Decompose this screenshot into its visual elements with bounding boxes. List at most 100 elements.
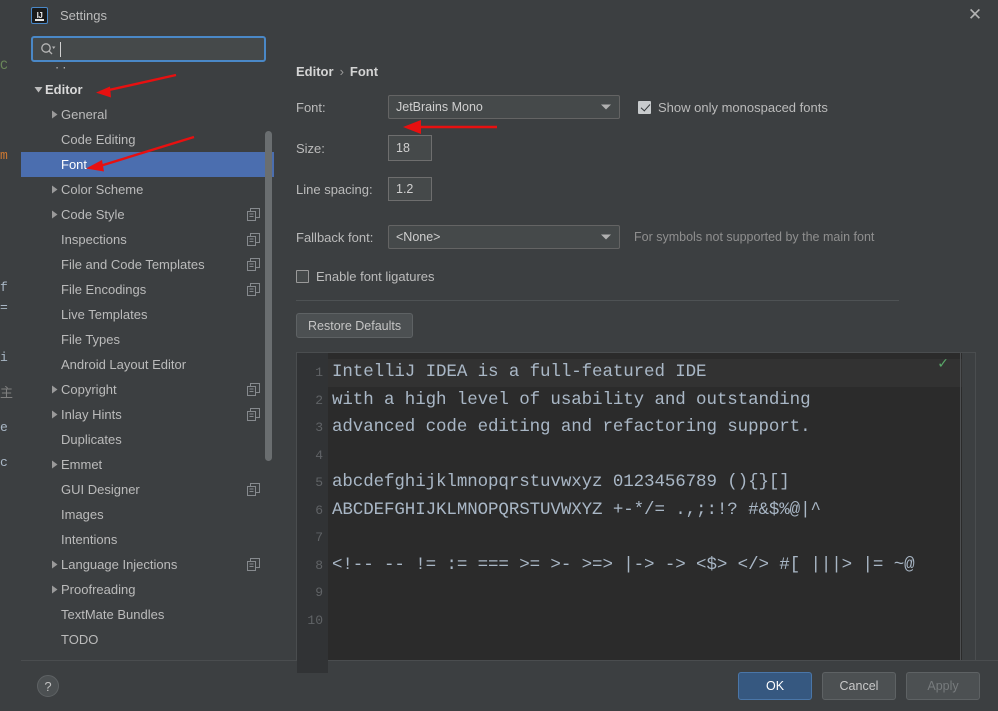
cancel-button[interactable]: Cancel bbox=[822, 672, 896, 700]
footer-button-group: OK Cancel Apply bbox=[738, 672, 980, 700]
sidebar-item-duplicates[interactable]: Duplicates bbox=[21, 427, 274, 452]
search-box[interactable] bbox=[31, 36, 266, 62]
sidebar-item-general[interactable]: General bbox=[21, 102, 274, 127]
settings-tree[interactable]: Appearance & Behavior Editor General Code … bbox=[21, 65, 274, 660]
chevron-right-icon[interactable] bbox=[47, 185, 61, 194]
sidebar-item-label: Code Editing bbox=[61, 132, 136, 147]
copy-settings-icon[interactable] bbox=[247, 483, 260, 496]
font-size-input[interactable]: 18 bbox=[388, 135, 432, 161]
copy-settings-icon[interactable] bbox=[247, 408, 260, 421]
sidebar-scrollbar[interactable] bbox=[265, 131, 272, 461]
sidebar-item-label: Color Scheme bbox=[61, 182, 144, 197]
sidebar-item-label: Emmet bbox=[61, 457, 103, 472]
sidebar-item-label: Font bbox=[61, 157, 88, 172]
font-row: Font: JetBrains Mono Show only monospace… bbox=[296, 95, 976, 119]
chevron-right-icon[interactable] bbox=[47, 460, 61, 469]
sidebar-item-emmet[interactable]: Emmet bbox=[21, 452, 274, 477]
line-spacing-label: Line spacing: bbox=[296, 181, 373, 197]
monospaced-checkbox-label: Show only monospaced fonts bbox=[658, 99, 828, 115]
tree-row-clipped[interactable]: Appearance & Behavior bbox=[21, 67, 274, 77]
chevron-right-icon[interactable] bbox=[47, 385, 61, 394]
breadcrumb-parent[interactable]: Editor bbox=[296, 64, 334, 79]
settings-content-pane: Editor › Font Font: JetBrains Mono Show … bbox=[274, 30, 998, 674]
chevron-right-icon[interactable] bbox=[47, 110, 61, 119]
sidebar-item-gui-designer[interactable]: GUI Designer bbox=[21, 477, 274, 502]
preview-scrollbar[interactable] bbox=[960, 353, 961, 673]
preview-code-line: abcdefghijklmnopqrstuvwxyz 0123456789 ()… bbox=[332, 472, 790, 492]
line-spacing-value: 1.2 bbox=[396, 182, 414, 196]
ligatures-checkbox[interactable]: Enable font ligatures bbox=[296, 269, 435, 284]
chevron-right-icon[interactable] bbox=[47, 410, 61, 419]
close-icon[interactable]: ✕ bbox=[952, 0, 998, 30]
dialog-footer: ? OK Cancel Apply bbox=[21, 660, 998, 711]
sidebar-item-label: File Encodings bbox=[61, 282, 147, 297]
preview-code-line bbox=[328, 442, 975, 470]
sidebar-item-label: Language Injections bbox=[61, 557, 178, 572]
background-code-fragment: = bbox=[0, 300, 8, 315]
sidebar-item-label: Copyright bbox=[61, 382, 117, 397]
sidebar-item-intentions[interactable]: Intentions bbox=[21, 527, 274, 552]
sidebar-item-label: Images bbox=[61, 507, 104, 522]
dialog-titlebar: IJ Settings ✕ bbox=[21, 0, 998, 30]
search-input[interactable] bbox=[65, 42, 258, 56]
copy-settings-icon[interactable] bbox=[247, 208, 260, 221]
chevron-right-icon[interactable] bbox=[47, 560, 61, 569]
line-number: 7 bbox=[315, 530, 323, 545]
chevron-down-icon[interactable] bbox=[31, 85, 45, 94]
sidebar-item-label: Proofreading bbox=[61, 582, 136, 597]
search-icon bbox=[39, 41, 57, 57]
sidebar-item-file-encodings[interactable]: File Encodings bbox=[21, 277, 274, 302]
help-button[interactable]: ? bbox=[37, 675, 59, 697]
sidebar-item-code-style[interactable]: Code Style bbox=[21, 202, 274, 227]
sidebar-item-color-scheme[interactable]: Color Scheme bbox=[21, 177, 274, 202]
background-code-fragment: 主 bbox=[0, 386, 14, 401]
sidebar-item-file-and-code-templates[interactable]: File and Code Templates bbox=[21, 252, 274, 277]
line-number: 10 bbox=[307, 612, 323, 628]
sidebar-item-inlay-hints[interactable]: Inlay Hints bbox=[21, 402, 274, 427]
copy-settings-icon[interactable] bbox=[247, 383, 260, 396]
restore-defaults-button[interactable]: Restore Defaults bbox=[296, 313, 414, 338]
ok-button[interactable]: OK bbox=[738, 672, 812, 700]
intellij-idea-icon: IJ bbox=[31, 6, 48, 24]
sidebar-item-android-layout-editor[interactable]: Android Layout Editor bbox=[21, 352, 274, 377]
background-code-fragment: C bbox=[0, 58, 8, 73]
copy-settings-icon[interactable] bbox=[247, 558, 260, 571]
line-spacing-input[interactable]: 1.2 bbox=[388, 177, 432, 201]
sidebar-item-label: File Types bbox=[61, 332, 121, 347]
search-container bbox=[21, 30, 274, 65]
copy-settings-icon[interactable] bbox=[247, 258, 260, 271]
sidebar-item-file-types[interactable]: File Types bbox=[21, 327, 274, 352]
font-preview-editor[interactable]: 1 2 3 4 5 6 7 8 9 10 IntelliJ IDEA is a full-feat… bbox=[296, 352, 976, 674]
font-family-select[interactable]: JetBrains Mono bbox=[388, 95, 620, 119]
sidebar-item-proofreading[interactable]: Proofreading bbox=[21, 577, 274, 602]
apply-button[interactable]: Apply bbox=[906, 672, 980, 700]
line-number-gutter: 1 2 3 4 5 6 7 8 9 10 bbox=[297, 353, 328, 673]
line-number: 8 bbox=[315, 557, 323, 573]
settings-sidebar: Appearance & Behavior Editor General Code … bbox=[21, 30, 274, 660]
sidebar-item-font[interactable]: Font bbox=[21, 152, 274, 177]
chevron-right-icon[interactable] bbox=[47, 585, 61, 594]
settings-dialog: IJ Settings ✕ Editor General Code Editin… bbox=[21, 0, 998, 711]
dialog-body: Appearance & Behavior Editor General Code … bbox=[21, 30, 998, 674]
sidebar-item-language-injections[interactable]: Language Injections bbox=[21, 552, 274, 577]
sidebar-item-images[interactable]: Images bbox=[21, 502, 274, 527]
sidebar-item-editor[interactable]: Editor bbox=[21, 77, 274, 102]
copy-settings-icon[interactable] bbox=[247, 233, 260, 246]
sidebar-item-code-editing[interactable]: Code Editing bbox=[21, 127, 274, 152]
breadcrumb: Editor › Font bbox=[296, 30, 976, 79]
line-number: 4 bbox=[315, 447, 323, 463]
preview-code-area[interactable]: IntelliJ IDEA is a full-featured IDE with… bbox=[328, 353, 975, 673]
search-caret bbox=[60, 41, 61, 57]
sidebar-item-textmate-bundles[interactable]: TextMate Bundles bbox=[21, 602, 274, 627]
chevron-right-icon[interactable] bbox=[47, 210, 61, 219]
fallback-font-select[interactable]: <None> bbox=[388, 225, 620, 249]
sidebar-item-inspections[interactable]: Inspections bbox=[21, 227, 274, 252]
sidebar-item-label: General bbox=[61, 107, 108, 122]
font-family-value: JetBrains Mono bbox=[396, 100, 483, 114]
monospaced-checkbox[interactable]: Show only monospaced fonts bbox=[638, 100, 828, 115]
line-spacing-row: Line spacing: 1.2 bbox=[296, 177, 976, 201]
sidebar-item-todo[interactable]: TODO bbox=[21, 627, 274, 652]
sidebar-item-live-templates[interactable]: Live Templates bbox=[21, 302, 274, 327]
sidebar-item-copyright[interactable]: Copyright bbox=[21, 377, 274, 402]
copy-settings-icon[interactable] bbox=[247, 283, 260, 296]
